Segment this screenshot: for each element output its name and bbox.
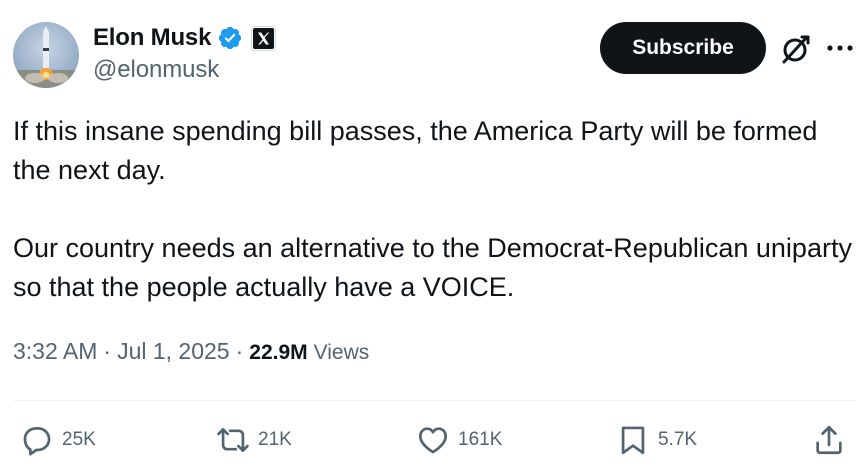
meta-separator: · <box>235 338 244 364</box>
like-count: 161K <box>458 429 503 450</box>
subscribe-button[interactable]: Subscribe <box>600 22 766 74</box>
tweet-meta: 3:32 AM · Jul 1, 2025 · 22.9M Views <box>13 338 369 365</box>
bookmark-count: 5.7K <box>658 429 698 450</box>
author-name-row: Elon Musk <box>93 22 277 54</box>
grok-icon[interactable] <box>780 33 812 65</box>
tweet-text: If this insane spending bill passes, the… <box>13 112 853 346</box>
meta-separator: · <box>103 338 112 364</box>
bookmark-button[interactable]: 5.7K <box>616 422 697 458</box>
views-count: 22.9M <box>249 341 308 364</box>
reply-icon <box>23 427 51 456</box>
share-button[interactable] <box>812 422 846 458</box>
author-display-name[interactable]: Elon Musk <box>93 24 211 52</box>
share-icon <box>816 425 842 455</box>
divider <box>13 400 855 401</box>
like-button[interactable]: 161K <box>416 422 502 458</box>
tweet-date[interactable]: Jul 1, 2025 <box>117 338 230 365</box>
heart-icon <box>419 427 447 454</box>
repost-count: 21K <box>258 429 292 450</box>
tweet-paragraph: Our country needs an alternative to the … <box>13 233 860 302</box>
reply-button[interactable]: 25K <box>20 422 96 458</box>
repost-button[interactable]: 21K <box>216 422 292 458</box>
tweet-time[interactable]: 3:32 AM <box>13 338 97 365</box>
verified-badge-icon[interactable] <box>217 25 243 51</box>
author-handle[interactable]: @elonmusk <box>93 56 219 84</box>
reply-count: 25K <box>62 429 96 450</box>
avatar[interactable] <box>13 22 79 88</box>
repost-icon <box>217 428 249 452</box>
x-affiliate-badge-icon[interactable] <box>251 25 277 51</box>
views-label: Views <box>313 341 370 364</box>
more-icon[interactable] <box>824 36 856 60</box>
tweet-paragraph: If this insane spending bill passes, the… <box>13 116 825 185</box>
bookmark-icon <box>621 426 645 455</box>
